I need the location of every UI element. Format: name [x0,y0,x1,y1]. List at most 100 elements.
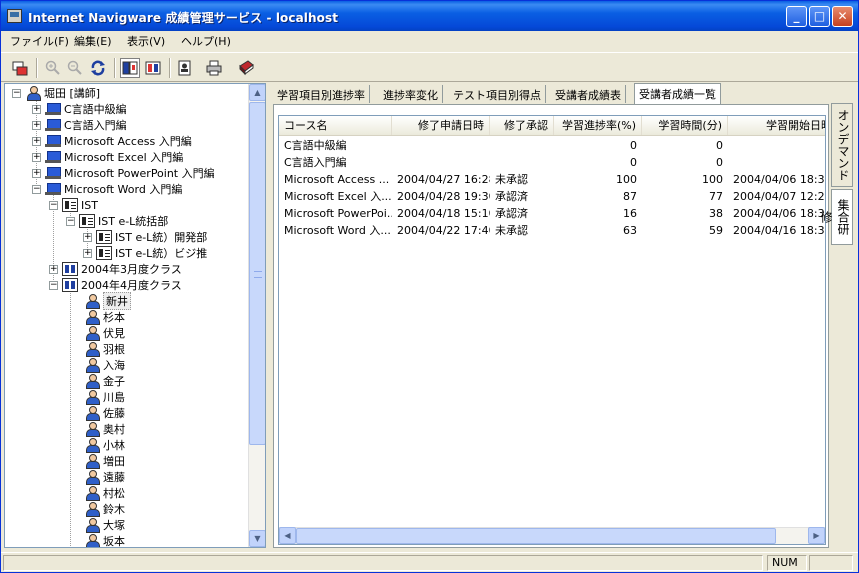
tree-group-dept[interactable]: − IST e-L統括部 [66,213,168,229]
expand-icon[interactable]: + [32,152,41,162]
layout-split-icon[interactable] [120,58,140,78]
layout-full-icon[interactable] [143,58,163,78]
tree-student[interactable]: 羽根 [84,341,125,357]
column-header-progress[interactable]: 学習進捗率(%) [554,116,642,135]
tree-course[interactable]: + Microsoft Excel 入門編 [32,149,183,165]
tab-student-report[interactable]: 受講者成績表 [551,85,626,103]
scroll-up-icon[interactable]: ▲ [249,84,265,101]
expand-icon[interactable]: + [49,264,58,274]
column-header-request-date[interactable]: 修了申請日時 [392,116,490,135]
expand-icon[interactable]: + [83,232,92,242]
column-header-start-date[interactable]: 学習開始日時 [728,116,825,135]
collapse-icon[interactable]: − [49,280,58,290]
tree-root[interactable]: − 堀田 [講師] [12,85,100,101]
menu-help[interactable]: ヘルプ(H) [181,33,231,49]
tree-student-label: 伏見 [103,327,125,340]
tree-student[interactable]: 佐藤 [84,405,125,421]
tree-student[interactable]: 伏見 [84,325,125,341]
tree-course[interactable]: + Microsoft PowerPoint 入門編 [32,165,215,181]
cell-start-date [728,154,825,171]
expand-icon[interactable]: + [32,120,41,130]
scroll-left-icon[interactable]: ◀ [279,527,296,544]
tab-progress-change[interactable]: 進捗率変化 [379,85,443,103]
tree-class-march[interactable]: + 2004年3月度クラス [49,261,182,277]
tree-student-label: 遠藤 [103,471,125,484]
tree-class-label: 2004年4月度クラス [81,279,182,292]
computer-icon [45,118,61,132]
tree-student[interactable]: 遠藤 [84,469,125,485]
expand-icon[interactable]: + [32,168,41,178]
tree-student[interactable]: 大塚 [84,517,125,533]
table-row[interactable]: C言語中級編 0 0 [279,137,825,154]
table-horizontal-scrollbar[interactable]: ◀ ▶ [279,527,825,544]
close-button[interactable]: ✕ [832,6,853,27]
refresh-icon[interactable] [88,58,108,78]
collapse-icon[interactable]: − [49,200,58,210]
tree-group-sub[interactable]: + IST e-L統）開発部 [83,229,207,245]
switch-icon[interactable] [10,58,30,78]
book-icon[interactable] [236,58,256,78]
tree-student[interactable]: 新井 [84,292,131,310]
tree-course[interactable]: + C言語入門編 [32,117,127,133]
scroll-down-icon[interactable]: ▼ [249,530,265,547]
student-icon [84,470,100,485]
tree-student[interactable]: 杉本 [84,309,125,325]
scroll-thumb[interactable] [296,528,776,544]
tree-student[interactable]: 村松 [84,485,125,501]
table-row[interactable]: Microsoft Excel 入... 2004/04/28 19:30 承認… [279,188,825,205]
menu-file[interactable]: ファイル(F) [10,33,69,49]
cell-study-time: 38 [709,207,723,220]
group-icon [79,214,95,228]
title-bar[interactable]: Internet Navigware 成績管理サービス - localhost … [1,1,858,31]
table-row[interactable]: C言語入門編 0 0 [279,154,825,171]
print-icon[interactable] [204,58,224,78]
find-user-icon[interactable] [175,58,195,78]
tree-student[interactable]: 小林 [84,437,125,453]
side-tab-group-training[interactable]: 集合研修 [819,189,853,245]
side-tab-on-demand[interactable]: オンデマンド [831,103,853,187]
tree-view[interactable]: − 堀田 [講師] + C言語中級編 + C言語入門編 + Microsoft … [4,83,266,548]
table-row[interactable]: Microsoft PowerPoi... 2004/04/18 15:10 承… [279,205,825,222]
tree-group-ist[interactable]: − IST [49,197,98,213]
tab-test-scores[interactable]: テスト項目別得点 [449,85,546,103]
tree-student[interactable]: 入海 [84,357,125,373]
tree-student[interactable]: 奥村 [84,421,125,437]
tree-student[interactable]: 鈴木 [84,501,125,517]
collapse-icon[interactable]: − [66,216,75,226]
tree-student[interactable]: 川島 [84,389,125,405]
expand-icon[interactable]: + [32,104,41,114]
table-row[interactable]: Microsoft Access ... 2004/04/27 16:28 未承… [279,171,825,188]
tree-student[interactable]: 坂本 [84,533,125,547]
scroll-thumb[interactable] [249,102,265,445]
zoom-in-icon[interactable] [43,58,63,78]
table-row[interactable]: Microsoft Word 入... 2004/04/22 17:40 未承認… [279,222,825,239]
expand-icon[interactable]: + [83,248,92,258]
tree-course[interactable]: + C言語中級編 [32,101,127,117]
collapse-icon[interactable]: − [32,184,41,194]
expand-icon[interactable]: + [32,136,41,146]
cell-course: Microsoft Excel 入... [284,190,392,203]
maximize-button[interactable]: □ [809,6,830,27]
tree-student-label: 杉本 [103,311,125,324]
minimize-button[interactable]: _ [786,6,807,27]
collapse-icon[interactable]: − [12,88,21,98]
tree-course[interactable]: + Microsoft Access 入門編 [32,133,192,149]
tree-scrollbar[interactable]: ▲ ▼ [248,84,265,547]
menu-edit[interactable]: 編集(E) [74,33,112,49]
column-header-approval[interactable]: 修了承認 [490,116,554,135]
scroll-right-icon[interactable]: ▶ [808,527,825,544]
menu-view[interactable]: 表示(V) [127,33,165,49]
tab-student-list[interactable]: 受講者成績一覧 [634,83,721,104]
cell-study-time: 0 [716,156,723,169]
tab-item-progress[interactable]: 学習項目別進捗率 [273,85,370,103]
tree-class-april[interactable]: − 2004年4月度クラス [49,277,182,293]
zoom-out-icon[interactable] [65,58,85,78]
tree-course[interactable]: − Microsoft Word 入門編 [32,181,182,197]
tree-student[interactable]: 金子 [84,373,125,389]
tree-group-sub[interactable]: + IST e-L統）ビジ推 [83,245,207,261]
grades-table[interactable]: コース名 修了申請日時 修了承認 学習進捗率(%) 学習時間(分) 学習開始日時… [278,115,826,545]
tree-student[interactable]: 増田 [84,453,125,469]
column-header-study-time[interactable]: 学習時間(分) [642,116,728,135]
column-header-course[interactable]: コース名 [279,116,392,135]
app-icon [7,9,22,23]
